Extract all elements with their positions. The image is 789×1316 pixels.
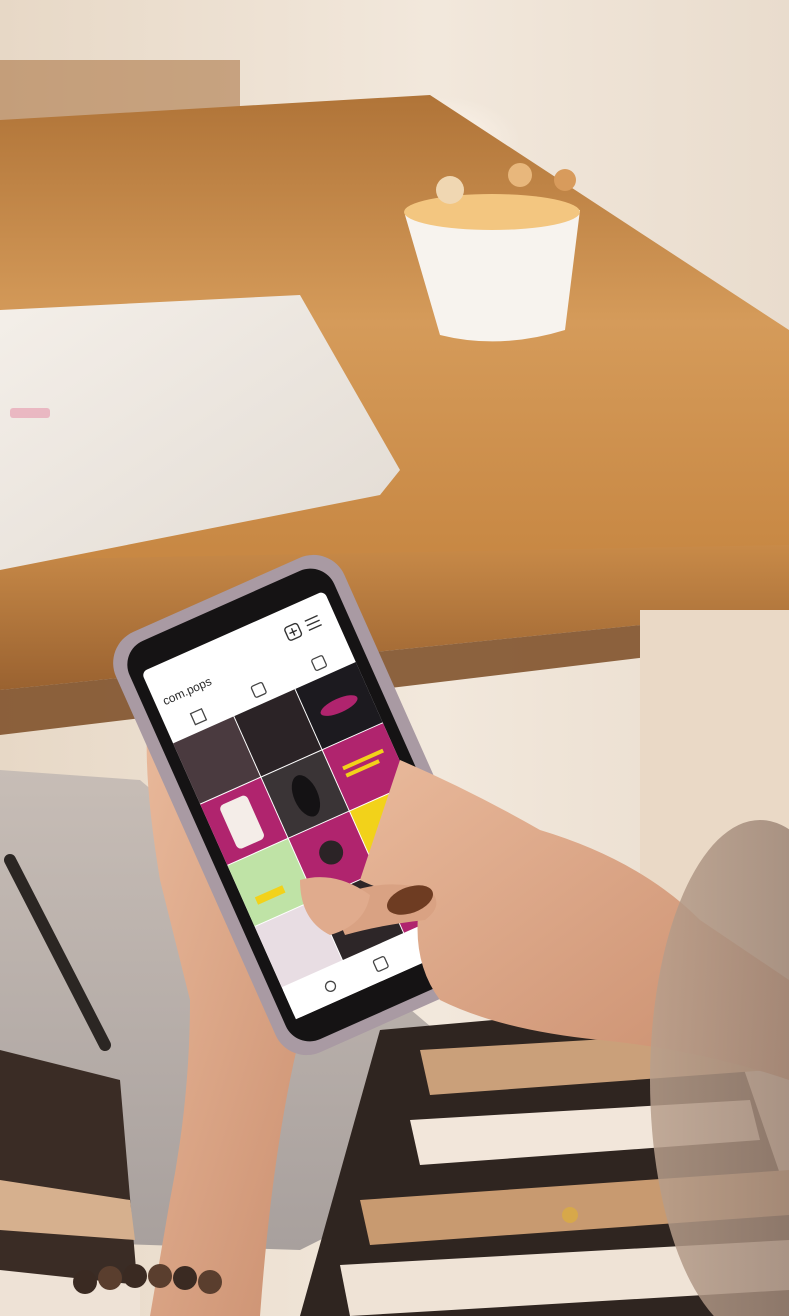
button [562,1207,578,1223]
photo-scene: com.pops [0,0,789,1316]
laptop-logo [10,408,50,418]
photo-illustration: com.pops [0,0,789,1316]
snacks [404,194,580,230]
